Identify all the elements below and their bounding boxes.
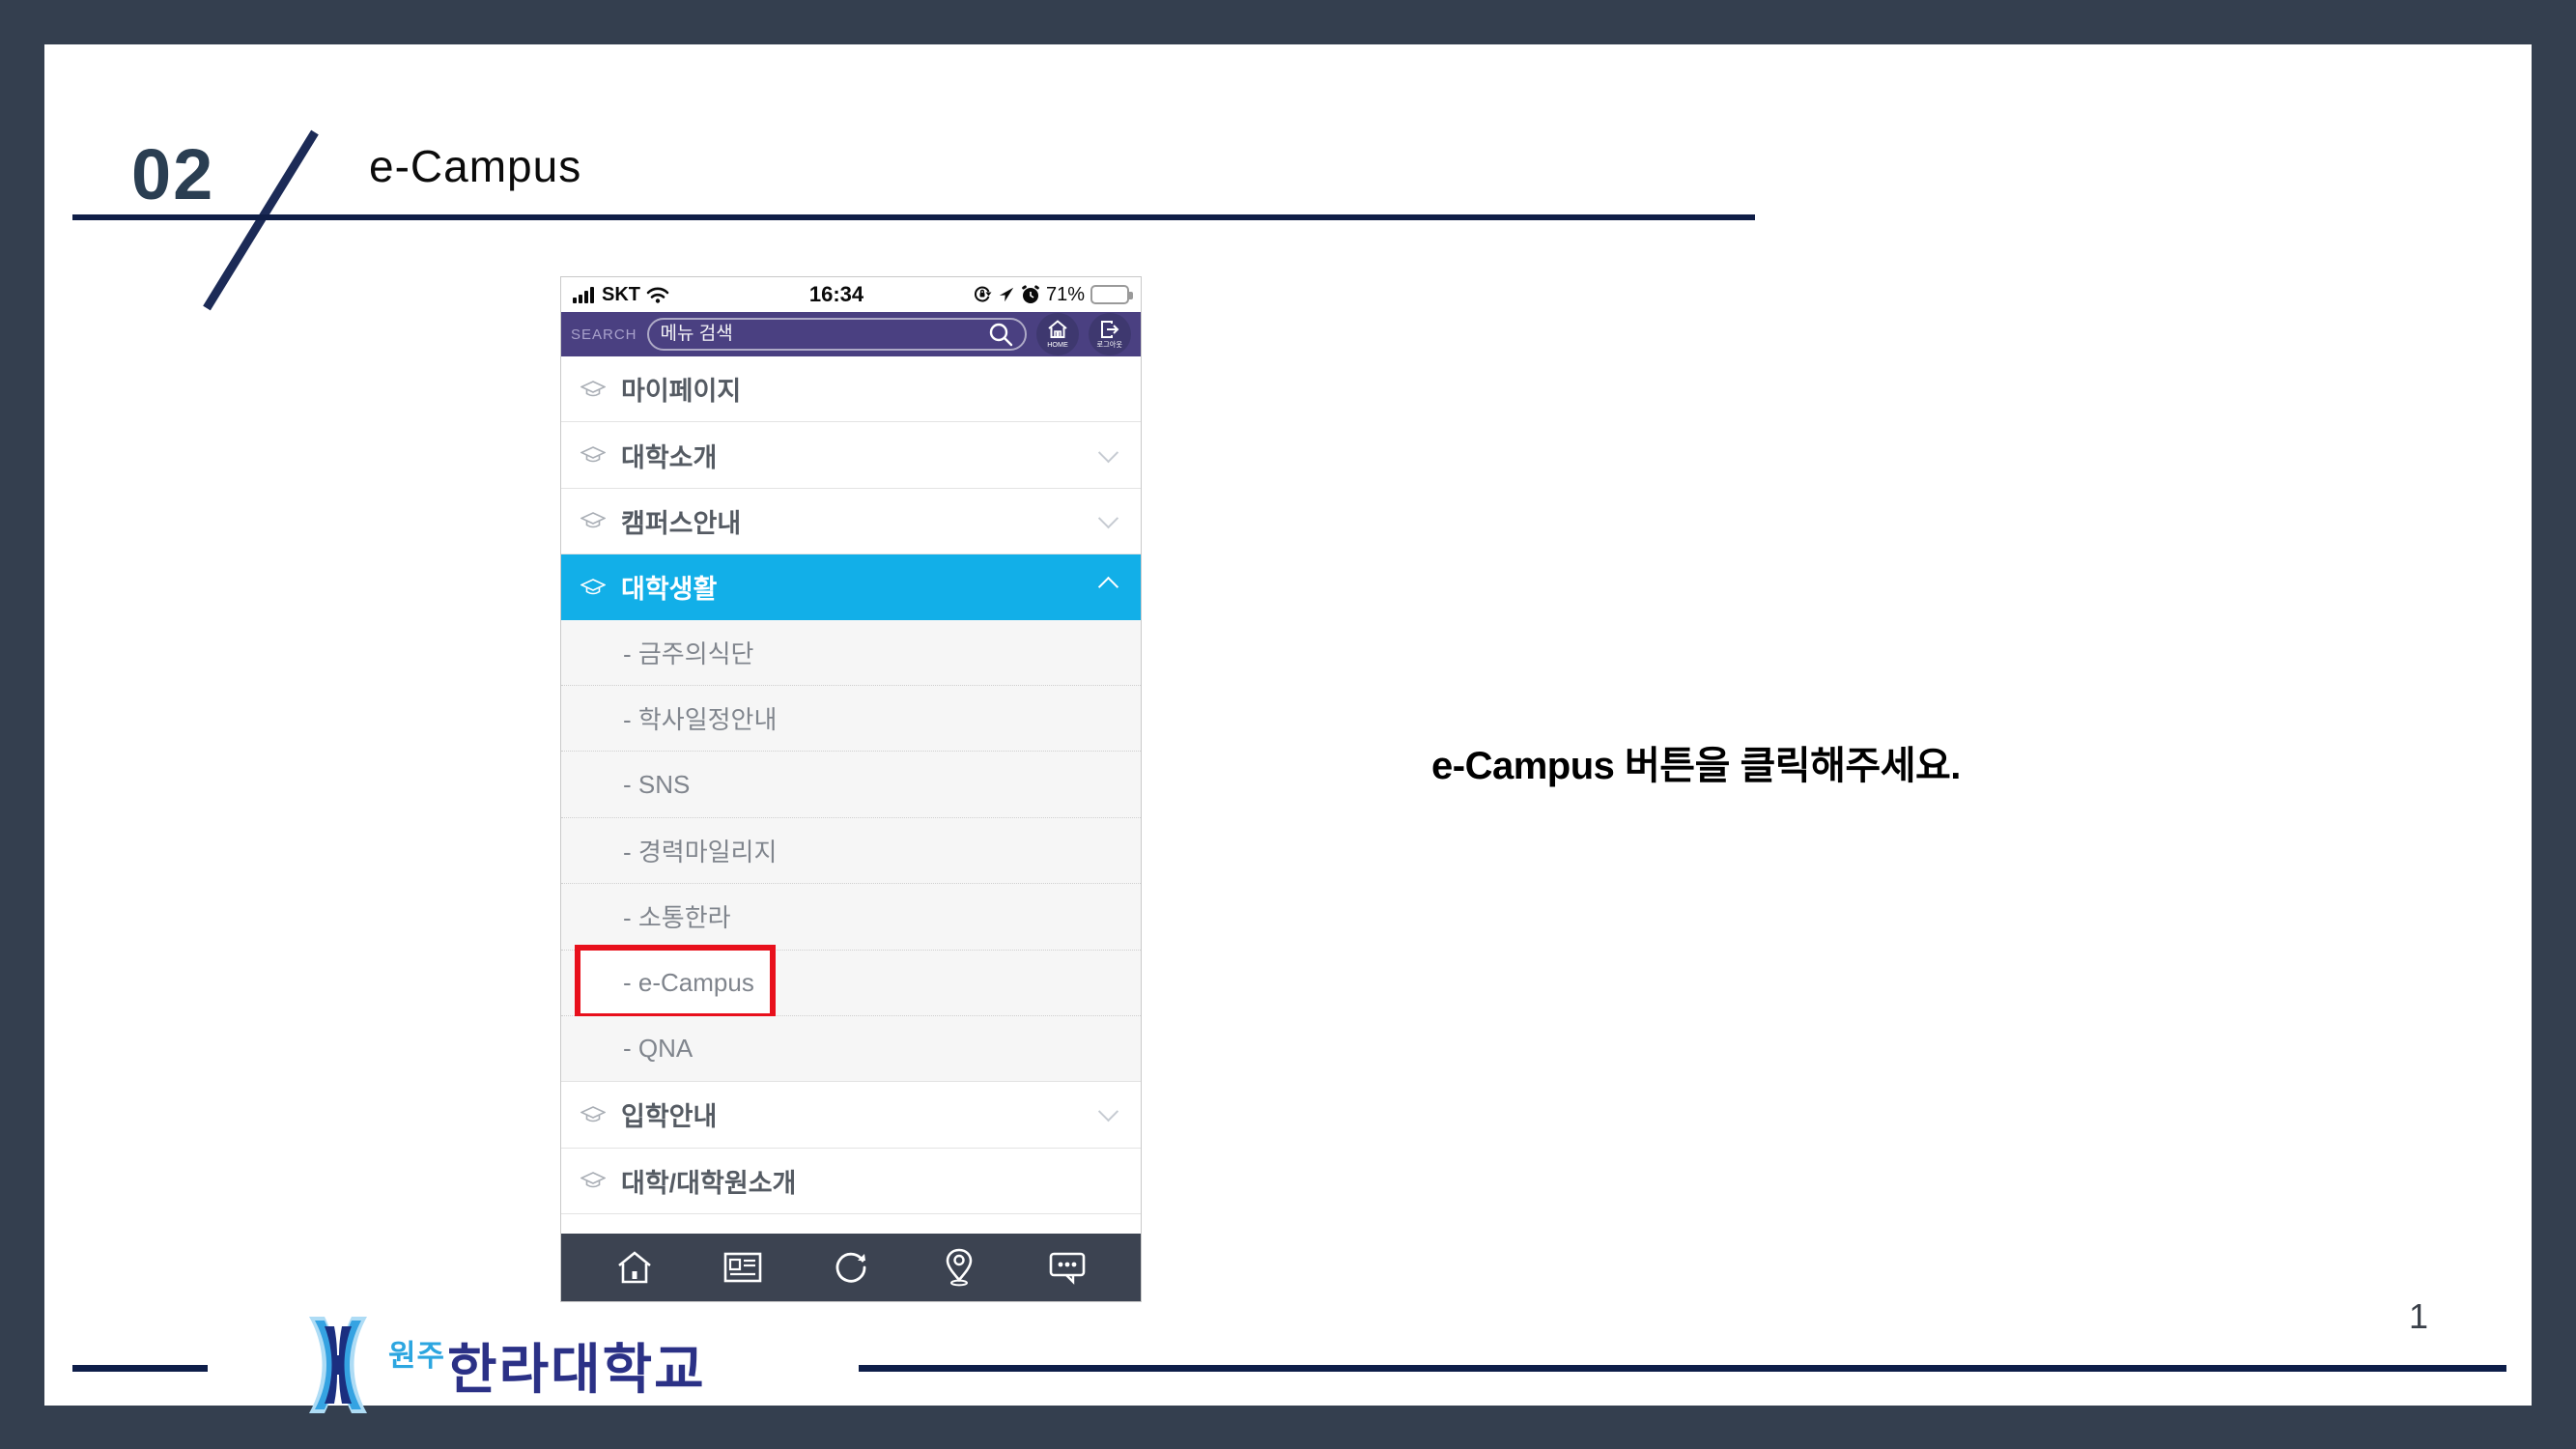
phone-bottom-nav: [561, 1234, 1141, 1301]
menu-item-admissions[interactable]: 입학안내: [561, 1082, 1141, 1148]
submenu-item-ecampus[interactable]: - e-Campus: [561, 951, 1141, 1016]
clock-time: 16:34: [737, 282, 936, 307]
slide: 02 e-Campus SKT 16:34: [44, 44, 2532, 1406]
title-underline: [72, 214, 1755, 220]
rotation-lock-icon: [973, 285, 992, 304]
signal-strength-icon: [573, 286, 596, 303]
home-icon: [1047, 320, 1068, 339]
submenu-item-weekly-menu[interactable]: - 금주의식단: [561, 620, 1141, 686]
phone-app-header: SEARCH HOME: [561, 312, 1141, 356]
nav-chat-button[interactable]: [1038, 1238, 1096, 1296]
graduation-cap-icon: [580, 1171, 606, 1190]
submenu-item-academic-calendar[interactable]: - 학사일정안내: [561, 686, 1141, 752]
alarm-clock-icon: [1021, 285, 1040, 304]
home-button-label: HOME: [1047, 340, 1068, 348]
battery-icon: [1090, 285, 1129, 304]
home-icon: [615, 1250, 654, 1285]
submenu-item-sns[interactable]: - SNS: [561, 752, 1141, 817]
graduation-cap-icon: [580, 445, 606, 465]
nav-refresh-button[interactable]: [822, 1238, 880, 1296]
slide-canvas: { "slide": { "section_number": "02", "se…: [0, 0, 2576, 1449]
footer-line-left: [72, 1365, 208, 1372]
logo-wonju-text: 원주: [388, 1331, 445, 1375]
home-button[interactable]: HOME: [1036, 313, 1079, 355]
submenu-item-qna[interactable]: - QNA: [561, 1016, 1141, 1082]
chat-icon: [1048, 1250, 1087, 1285]
page-number: 1: [2409, 1296, 2428, 1337]
submenu-item-career-mileage[interactable]: - 경력마일리지: [561, 818, 1141, 884]
menu-item-mypage[interactable]: 마이페이지: [561, 356, 1141, 422]
wifi-icon: [646, 286, 669, 303]
menu-item-univ-intro[interactable]: 대학소개: [561, 422, 1141, 488]
menu-bottom-gap: [561, 1214, 1141, 1234]
phone-screenshot: SKT 16:34: [560, 276, 1142, 1302]
chevron-down-icon: [1098, 508, 1118, 528]
location-arrow-icon: [998, 286, 1015, 303]
nav-news-button[interactable]: [714, 1238, 772, 1296]
footer-line-right: [859, 1365, 2506, 1372]
phone-status-bar: SKT 16:34: [561, 277, 1141, 312]
nav-home-button[interactable]: [606, 1238, 664, 1296]
submenu-item-sotong-halla[interactable]: - 소통한라: [561, 884, 1141, 950]
nav-location-button[interactable]: [930, 1238, 988, 1296]
news-card-icon: [723, 1252, 762, 1283]
location-pin-icon: [943, 1248, 976, 1287]
halla-h-mark-icon: [292, 1315, 384, 1415]
search-label: SEARCH: [571, 327, 637, 343]
search-icon[interactable]: [988, 322, 1013, 347]
chevron-down-icon: [1098, 442, 1118, 463]
refresh-icon: [833, 1249, 869, 1286]
menu-search-input[interactable]: [661, 324, 980, 345]
title-slash-decoration: [199, 127, 325, 315]
graduation-cap-icon: [580, 511, 606, 530]
section-title: e-Campus: [369, 140, 581, 192]
chevron-up-icon: [1098, 577, 1118, 597]
phone-menu: 마이페이지 대학소개 캠퍼스안내: [561, 356, 1141, 1234]
menu-search-box[interactable]: [647, 318, 1027, 351]
logo-university-text: 한라대학교: [447, 1326, 706, 1405]
menu-item-campus-life[interactable]: 대학생활: [561, 554, 1141, 619]
graduation-cap-icon: [580, 380, 606, 399]
graduation-cap-icon: [580, 578, 606, 597]
carrier-label: SKT: [602, 284, 640, 306]
logout-button[interactable]: 로그아웃: [1089, 313, 1131, 355]
menu-item-campus-guide[interactable]: 캠퍼스안내: [561, 489, 1141, 554]
logout-icon: [1099, 320, 1120, 339]
menu-item-college-grad-intro[interactable]: 대학/대학원소개: [561, 1149, 1141, 1214]
instruction-caption: e-Campus 버튼을 클릭해주세요.: [1431, 734, 1961, 790]
university-logo: 원주 한라대학교: [292, 1312, 706, 1418]
battery-percent: 71%: [1046, 284, 1085, 306]
graduation-cap-icon: [580, 1105, 606, 1124]
logout-button-label: 로그아웃: [1097, 340, 1123, 348]
chevron-down-icon: [1098, 1102, 1118, 1122]
